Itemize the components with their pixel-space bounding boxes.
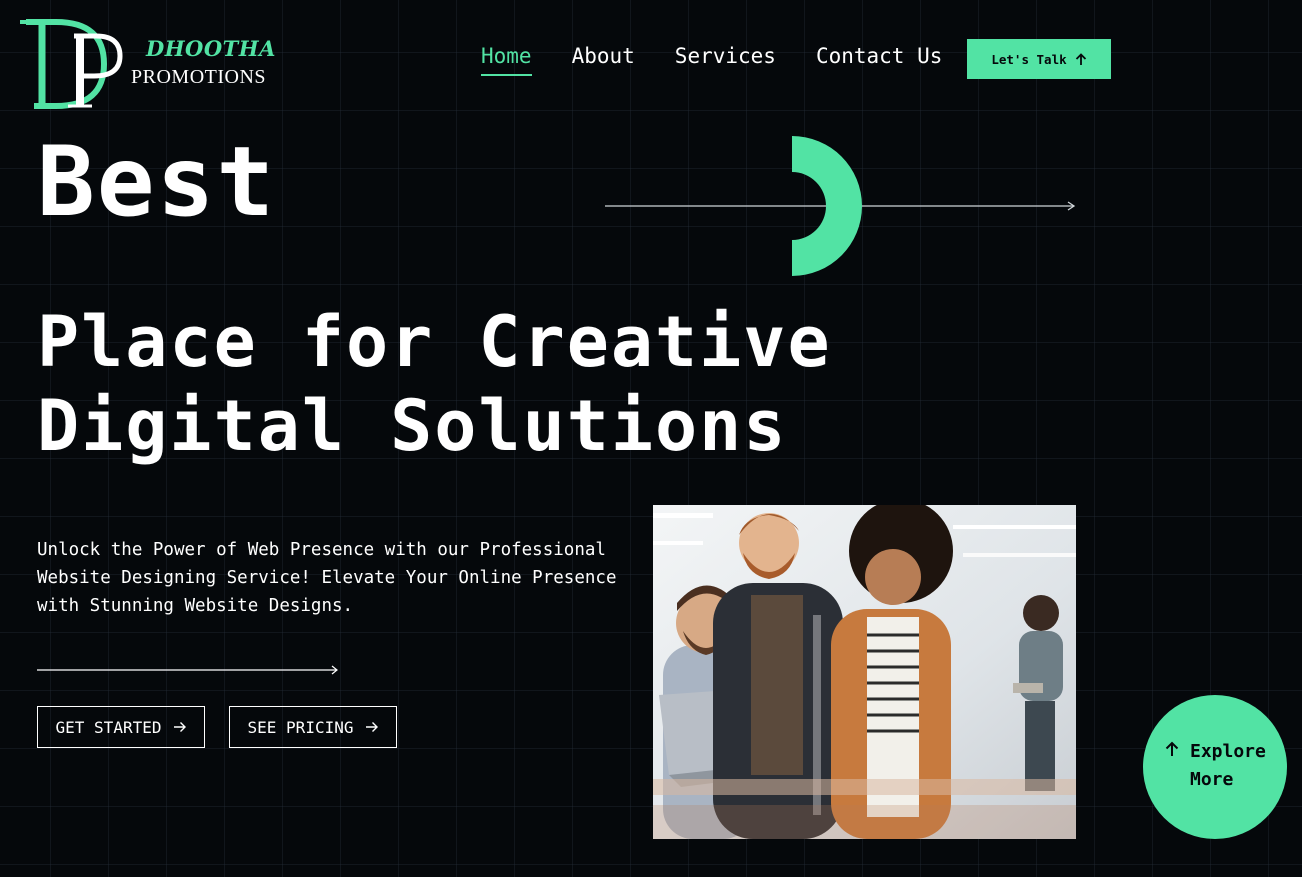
see-pricing-label: SEE PRICING xyxy=(247,717,354,737)
arrow-right-icon xyxy=(366,722,379,732)
nav-item-services[interactable]: Services xyxy=(675,44,776,76)
brand-name-line2: PROMOTIONS xyxy=(131,66,267,88)
explore-label-line1: Explore xyxy=(1190,741,1266,762)
nav-item-contact[interactable]: Contact Us xyxy=(816,44,942,76)
lets-talk-label: Let's Talk xyxy=(991,51,1067,67)
brand-logo[interactable]: DHOOTHA PROMOTIONS xyxy=(18,18,278,110)
get-started-label: GET STARTED xyxy=(55,717,162,737)
main-nav: Home About Services Contact Us xyxy=(481,44,942,76)
hero-description: Unlock the Power of Web Presence with ou… xyxy=(37,540,617,616)
decorative-arrow-halfring xyxy=(605,136,1076,276)
nav-item-home[interactable]: Home xyxy=(481,44,532,76)
brand-name-line1: DHOOTHA xyxy=(146,36,276,61)
hero-headline-main: Place for Creative Digital Solutions xyxy=(37,301,832,467)
see-pricing-button[interactable]: SEE PRICING xyxy=(229,706,397,748)
hero-headline-best: Best xyxy=(37,126,277,238)
team-photo xyxy=(653,505,1076,839)
explore-label-line2: More xyxy=(1190,769,1234,790)
get-started-button[interactable]: GET STARTED xyxy=(37,706,205,748)
arrow-right-icon xyxy=(174,722,187,732)
lets-talk-button[interactable]: Let's Talk xyxy=(967,39,1111,79)
arrow-up-icon xyxy=(1165,741,1179,756)
explore-more-button[interactable]: Explore More xyxy=(1143,695,1287,839)
dp-monogram-logo xyxy=(20,19,123,109)
arrow-up-icon xyxy=(1075,52,1086,65)
team-photo-illustration xyxy=(653,505,1076,839)
landing-page: DHOOTHA PROMOTIONS Home About Services C… xyxy=(0,0,1302,877)
nav-item-about[interactable]: About xyxy=(572,44,635,76)
decorative-arrow-line xyxy=(37,665,338,675)
